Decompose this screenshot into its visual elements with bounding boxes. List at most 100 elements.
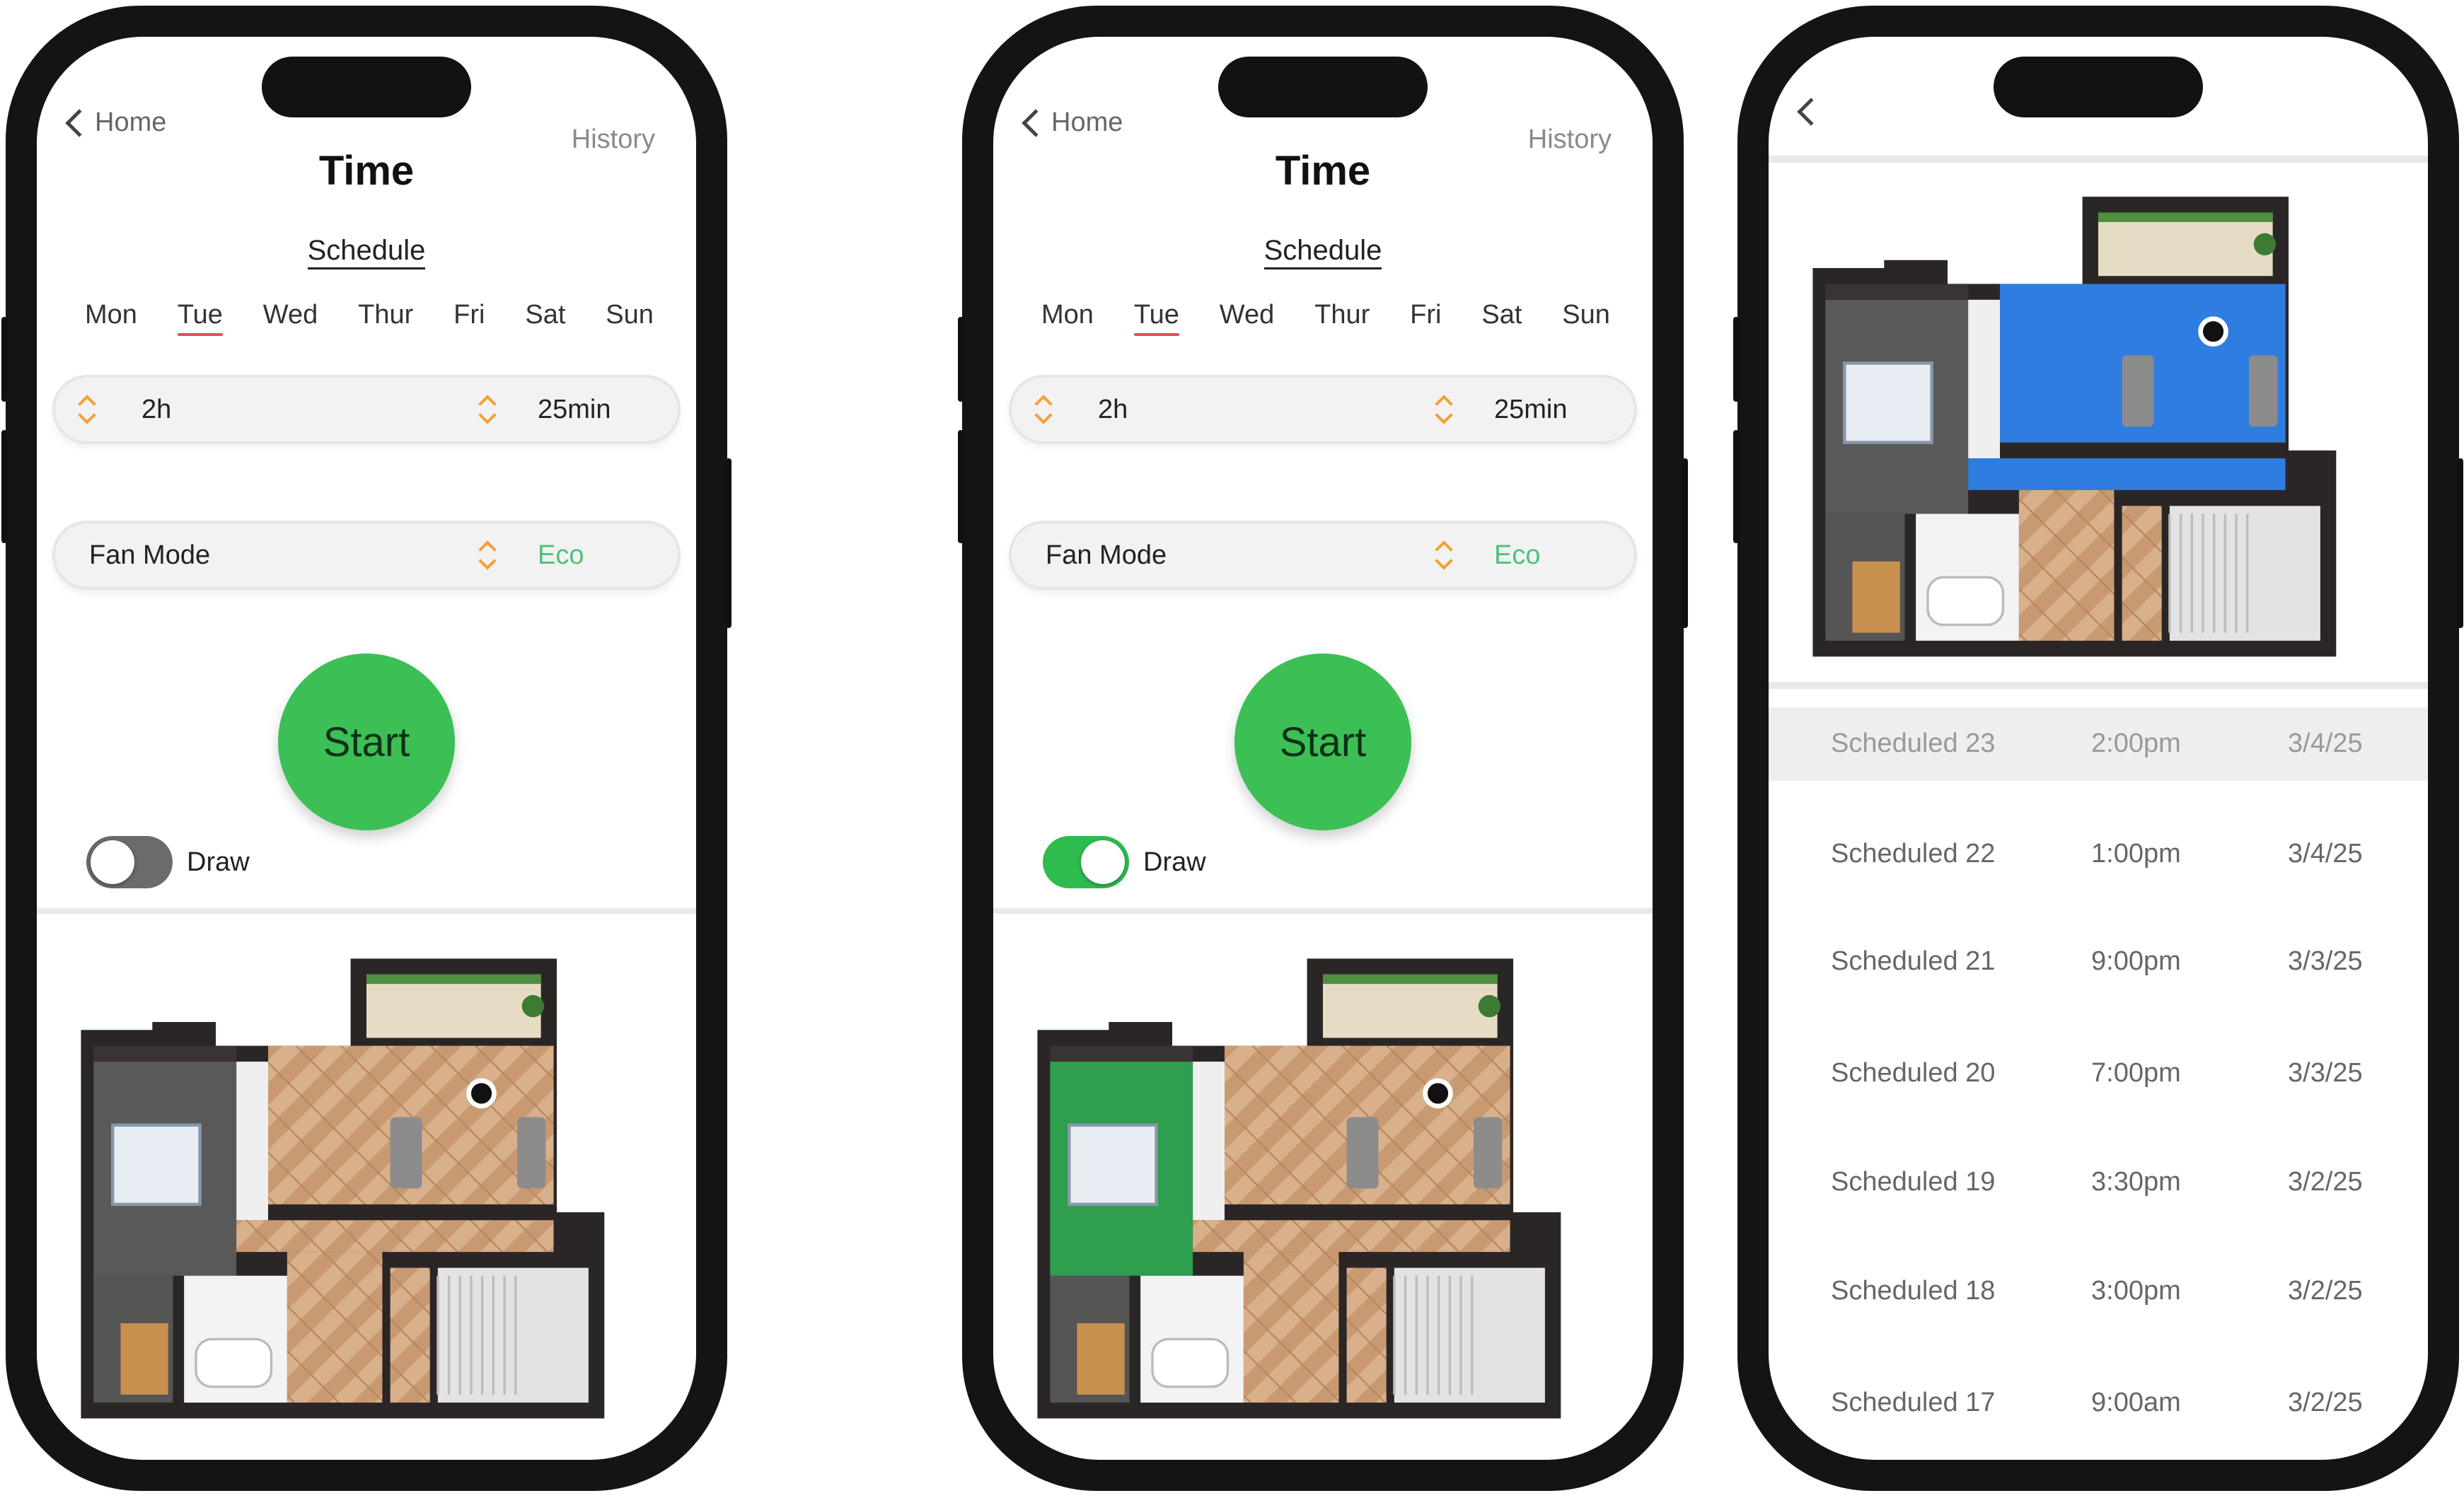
schedule-date: 3/3/25	[2288, 1058, 2363, 1088]
floor-plan[interactable]	[1022, 925, 1624, 1420]
robot-vacuum-icon	[2198, 316, 2228, 347]
up-down-stepper-icon[interactable]	[1433, 390, 1454, 427]
balcony-plants	[366, 974, 541, 985]
hours-value: 2h	[141, 395, 172, 424]
chevron-left-icon	[1797, 98, 1825, 126]
schedule-name: Scheduled 19	[1831, 1167, 1996, 1197]
balcony-plants	[1323, 974, 1498, 985]
hallway-2	[2122, 506, 2162, 641]
day-wed[interactable]: Wed	[263, 300, 318, 336]
phone-schedule-draw-on: Home History Time Schedule Mon Tue Wed T…	[958, 6, 1688, 1491]
kitchen-counter	[1968, 299, 2000, 459]
up-down-stepper-icon[interactable]	[477, 536, 498, 573]
up-down-stepper-icon[interactable]	[1033, 390, 1054, 427]
hallway-2	[390, 1267, 430, 1403]
up-down-stepper-icon[interactable]	[76, 390, 98, 427]
fan-mode-picker[interactable]: Fan Mode Eco	[52, 521, 681, 590]
bedroom-top-wall	[1825, 284, 1969, 300]
day-thur[interactable]: Thur	[358, 300, 413, 336]
minutes-value: 25min	[538, 395, 611, 424]
back-button[interactable]: Home	[1022, 108, 1123, 138]
fan-mode-value: Eco	[538, 540, 584, 570]
day-mon[interactable]: Mon	[85, 300, 137, 336]
schedule-date: 3/2/25	[2288, 1276, 2363, 1306]
schedule-heading: Schedule	[993, 235, 1653, 269]
mockup-stage: Home History Time Schedule Mon Tue Wed T…	[0, 0, 2464, 1498]
up-down-stepper-icon[interactable]	[477, 390, 498, 427]
back-button[interactable]	[1797, 98, 1827, 126]
schedule-time: 3:30pm	[2091, 1167, 2181, 1197]
closet-shelf	[1852, 561, 1900, 633]
up-down-stepper-icon[interactable]	[1433, 536, 1454, 573]
kitchen-counter	[1193, 1062, 1225, 1221]
back-label: Home	[1051, 108, 1123, 137]
schedule-date: 3/4/25	[2288, 839, 2363, 869]
sofa-icon	[390, 1117, 422, 1189]
schedule-time: 9:00pm	[2091, 946, 2181, 976]
draw-toggle[interactable]	[1043, 836, 1129, 888]
bathtub-icon	[1926, 576, 2005, 627]
bedroom-top-wall	[93, 1045, 237, 1062]
day-sun[interactable]: Sun	[606, 300, 654, 336]
plant-icon	[1478, 994, 1501, 1018]
dynamic-island	[262, 57, 471, 117]
draw-toggle[interactable]	[86, 836, 173, 888]
screen: Home History Time Schedule Mon Tue Wed T…	[37, 37, 696, 1460]
schedule-history-row[interactable]: Scheduled 19 3:30pm 3/2/25	[1769, 1146, 2428, 1219]
schedule-history-row[interactable]: Scheduled 23 2:00pm 3/4/25	[1769, 707, 2428, 781]
day-wed[interactable]: Wed	[1220, 300, 1274, 336]
dynamic-island	[1218, 57, 1428, 117]
back-label: Home	[95, 108, 167, 137]
schedule-name: Scheduled 20	[1831, 1058, 1996, 1088]
bed-icon	[1068, 1123, 1158, 1207]
plant-icon	[2253, 233, 2277, 256]
day-fri[interactable]: Fri	[1410, 300, 1441, 336]
schedule-history-row[interactable]: Scheduled 18 3:00pm 3/2/25	[1769, 1255, 2428, 1328]
day-tue[interactable]: Tue	[1133, 300, 1179, 336]
schedule-time: 9:00am	[2091, 1388, 2181, 1417]
minutes-value: 25min	[1494, 395, 1568, 424]
day-sat[interactable]: Sat	[525, 300, 565, 336]
duration-picker[interactable]: 2h 25min	[52, 375, 681, 444]
sofa-icon	[1474, 1117, 1503, 1189]
bed-icon	[1843, 361, 1933, 444]
schedule-history-row[interactable]: Scheduled 21 9:00pm 3/3/25	[1769, 925, 2428, 999]
day-mon[interactable]: Mon	[1041, 300, 1094, 336]
schedule-name: Scheduled 23	[1831, 728, 1996, 758]
day-fri[interactable]: Fri	[453, 300, 485, 336]
bedroom-top-wall	[1050, 1045, 1193, 1062]
hall-area	[1193, 1220, 1510, 1253]
bed-icon	[111, 1123, 202, 1207]
schedule-history-row[interactable]: Scheduled 20 7:00pm 3/3/25	[1769, 1037, 2428, 1110]
start-button[interactable]: Start	[278, 654, 455, 830]
floor-plan[interactable]	[1797, 164, 2400, 673]
schedule-date: 3/4/25	[2288, 728, 2363, 758]
bathtub-icon	[1151, 1337, 1230, 1388]
fan-mode-label: Fan Mode	[89, 540, 211, 570]
chevron-left-icon	[65, 108, 93, 137]
hours-value: 2h	[1098, 395, 1128, 424]
divider	[993, 908, 1653, 914]
kitchen-counter	[236, 1062, 268, 1221]
fan-mode-picker[interactable]: Fan Mode Eco	[1009, 521, 1637, 590]
schedule-time: 1:00pm	[2091, 839, 2181, 869]
schedule-name: Scheduled 18	[1831, 1276, 1996, 1306]
divider	[1769, 682, 2428, 689]
schedule-date: 3/3/25	[2288, 946, 2363, 976]
day-sat[interactable]: Sat	[1481, 300, 1522, 336]
duration-picker[interactable]: 2h 25min	[1009, 375, 1637, 444]
schedule-history-row[interactable]: Scheduled 22 1:00pm 3/4/25	[1769, 818, 2428, 891]
day-tue[interactable]: Tue	[177, 300, 223, 336]
day-selector: Mon Tue Wed Thur Fri Sat Sun	[85, 300, 654, 336]
phone-schedule-draw-off: Home History Time Schedule Mon Tue Wed T…	[1, 6, 731, 1491]
phone-history: Scheduled 23 2:00pm 3/4/25 Scheduled 22 1:00…	[1733, 6, 2463, 1491]
hall-area	[236, 1220, 554, 1253]
screen: Home History Time Schedule Mon Tue Wed T…	[993, 37, 1653, 1460]
floor-plan[interactable]	[65, 925, 668, 1420]
bathtub-icon	[195, 1337, 273, 1388]
day-sun[interactable]: Sun	[1562, 300, 1610, 336]
back-button[interactable]: Home	[65, 108, 167, 138]
start-button[interactable]: Start	[1234, 654, 1411, 830]
day-thur[interactable]: Thur	[1314, 300, 1370, 336]
schedule-history-row[interactable]: Scheduled 17 9:00am 3/2/25	[1769, 1366, 2428, 1440]
